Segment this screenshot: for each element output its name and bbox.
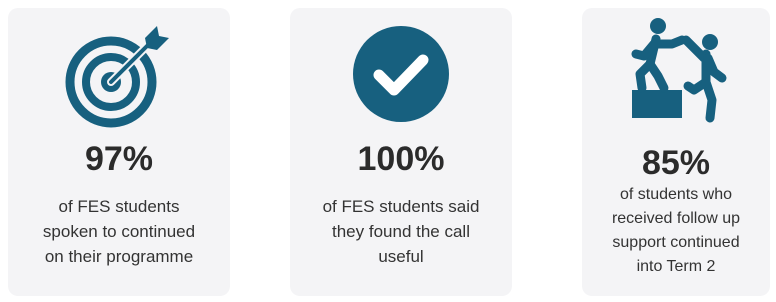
target-icon (61, 16, 177, 137)
helping-hand-icon (614, 14, 738, 135)
stat-description-line: on their programme (44, 247, 194, 266)
stat-value: 100% (357, 140, 445, 178)
stat-description-line: received follow up (611, 210, 741, 227)
stat-description-line: into Term 2 (636, 258, 716, 275)
stat-description-line: spoken to continued (42, 222, 196, 241)
stat-card-useful: 100% of FES students said they found the… (290, 8, 512, 296)
stat-card-continued: 97% of FES students spoken to continued … (8, 8, 230, 296)
checkmark-circle-icon (349, 22, 453, 131)
stat-description: of FES students spoken to continued on t… (8, 194, 230, 269)
stat-description-line: they found the call (332, 222, 470, 241)
stat-value: 97% (84, 140, 154, 178)
stat-description-line: support continued (612, 234, 740, 251)
stat-card-term-2: 85% of students who received follow up s… (582, 8, 770, 296)
stat-description-line: of FES students (58, 197, 180, 216)
stat-description: of students who received follow up suppo… (582, 183, 770, 279)
stat-description: of FES students said they found the call… (290, 194, 512, 269)
stat-description-line: of students who (619, 186, 733, 203)
stat-value: 85% (641, 144, 711, 182)
stat-description-line: useful (378, 247, 424, 266)
stat-description-line: of FES students said (322, 197, 480, 216)
